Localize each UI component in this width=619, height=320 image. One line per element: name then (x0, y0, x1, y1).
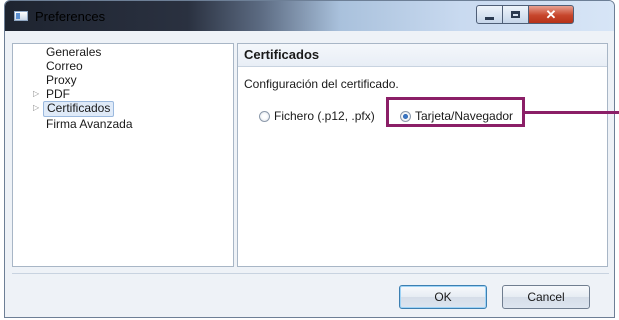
maximize-icon (511, 11, 520, 18)
app-icon (14, 11, 28, 21)
minimize-button[interactable] (476, 5, 503, 24)
maximize-button[interactable] (502, 5, 529, 24)
ok-button[interactable]: OK (399, 285, 487, 309)
close-button[interactable]: ✕ (528, 5, 574, 24)
settings-panel: Certificados Configuración del certifica… (237, 43, 608, 267)
annotation-pointer-line (525, 111, 619, 114)
panel-header: Certificados (238, 44, 607, 67)
sidebar-item-pdf[interactable]: PDF (43, 87, 73, 101)
config-description: Configuración del certificado. (244, 77, 399, 91)
sidebar-item-correo[interactable]: Correo (43, 59, 86, 73)
sidebar-item-certificados[interactable]: Certificados (43, 101, 115, 117)
radio-label: Fichero (.p12, .pfx) (274, 109, 375, 123)
radio-button[interactable] (259, 110, 270, 122)
radio-option-fichero[interactable]: Fichero (.p12, .pfx) (259, 109, 375, 123)
cancel-button[interactable]: Cancel (502, 285, 590, 309)
sidebar-item-proxy[interactable]: Proxy (43, 73, 80, 87)
close-icon: ✕ (545, 7, 557, 22)
minimize-icon (485, 17, 494, 20)
expand-arrow-icon[interactable]: ▷ (33, 104, 39, 112)
expand-arrow-icon[interactable]: ▷ (33, 90, 39, 98)
sidebar-item-generales[interactable]: Generales (43, 45, 104, 59)
sidebar-item-firma-avanzada[interactable]: Firma Avanzada (43, 117, 136, 131)
page-title: Certificados (244, 47, 320, 62)
window-title: Preferences (35, 9, 106, 24)
title-bar[interactable]: Preferences ✕ (5, 1, 614, 31)
preferences-tree: Generales Correo Proxy ▷ PDF ▷ Certifica… (12, 43, 234, 267)
preferences-window: Preferences ✕ Generales Correo Proxy ▷ P… (4, 0, 615, 318)
footer-divider (12, 273, 609, 274)
highlight-annotation-box (386, 97, 525, 127)
